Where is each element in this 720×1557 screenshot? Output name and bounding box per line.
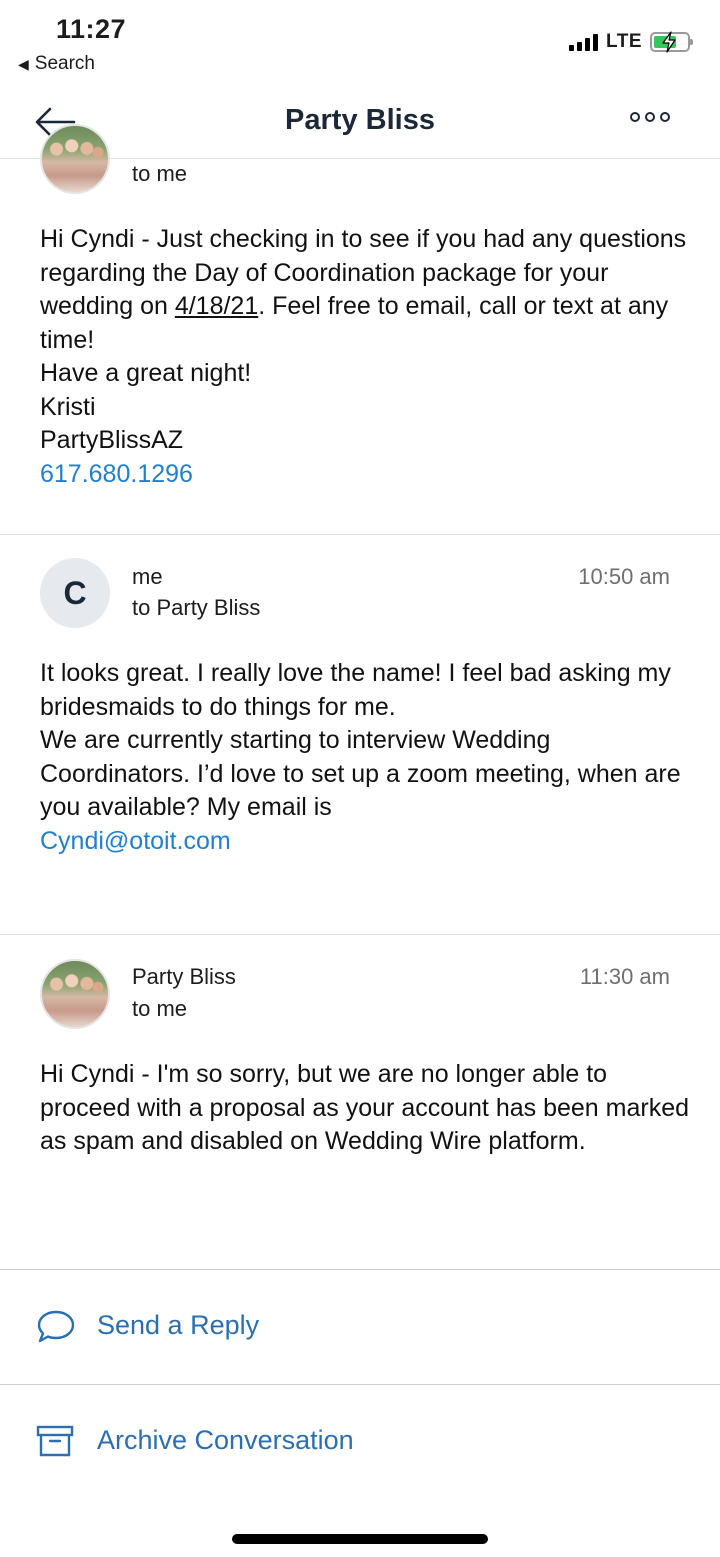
status-bar: 11:27 ◀ Search LTE: [0, 0, 720, 90]
sender-avatar-photo: [40, 124, 110, 194]
message-paragraph: Hi Cyndi - I'm so sorry, but we are no l…: [40, 1060, 689, 1155]
message-divider: [0, 534, 720, 535]
signature-company: PartyBlissAZ: [40, 426, 184, 454]
message-time: 11:30 am: [579, 964, 670, 989]
send-reply-label: Send a Reply: [97, 1310, 260, 1340]
status-time: 11:27: [56, 14, 127, 44]
archive-box-icon: [36, 1425, 74, 1456]
speech-bubble-icon: [37, 1310, 75, 1342]
sender-avatar-photo: [40, 959, 110, 1029]
message-paragraph: We are currently starting to interview W…: [40, 726, 681, 821]
message-body: Hi Cyndi - Just checking in to see if yo…: [40, 223, 690, 491]
message-recipient: to me: [132, 161, 188, 186]
phone-link[interactable]: 617.680.1296: [40, 458, 690, 492]
message-recipient: to me: [132, 996, 188, 1021]
send-reply-button[interactable]: Send a Reply: [0, 1268, 720, 1383]
more-options-icon[interactable]: [630, 112, 670, 122]
message-body: It looks great. I really love the name! …: [40, 657, 690, 858]
back-triangle-icon: ◀: [18, 55, 29, 72]
message-body: Hi Cyndi - I'm so sorry, but we are no l…: [40, 1058, 690, 1159]
screen: 11:27 ◀ Search LTE Party Bliss to me Hi …: [0, 0, 720, 1557]
home-indicator[interactable]: [232, 1534, 488, 1544]
status-indicators: LTE: [569, 31, 693, 53]
message-sender: Party Bliss: [132, 964, 236, 989]
back-to-search-link[interactable]: ◀ Search: [18, 53, 95, 75]
message-recipient: to Party Bliss: [132, 595, 261, 620]
network-type: LTE: [606, 31, 642, 52]
message-sender: me: [132, 564, 163, 589]
signal-icon: [569, 33, 599, 51]
message-time: 10:50 am: [578, 564, 670, 589]
message-divider: [0, 934, 720, 935]
email-link[interactable]: Cyndi@otoit.com: [40, 825, 690, 859]
conversation-title: Party Bliss: [285, 104, 435, 136]
archive-conversation-button[interactable]: Archive Conversation: [0, 1383, 720, 1498]
sender-avatar: C: [40, 558, 110, 628]
message-line: Have a great night!: [40, 359, 252, 387]
signature-name: Kristi: [40, 392, 96, 421]
archive-conversation-label: Archive Conversation: [97, 1425, 354, 1455]
battery-icon: [650, 31, 693, 53]
message-paragraph: It looks great. I really love the name! …: [40, 659, 671, 721]
back-to-search-label: Search: [34, 53, 95, 74]
message-paragraph: Hi Cyndi - Just checking in to see if yo…: [40, 225, 687, 354]
date-link[interactable]: 4/18/21: [175, 292, 258, 320]
